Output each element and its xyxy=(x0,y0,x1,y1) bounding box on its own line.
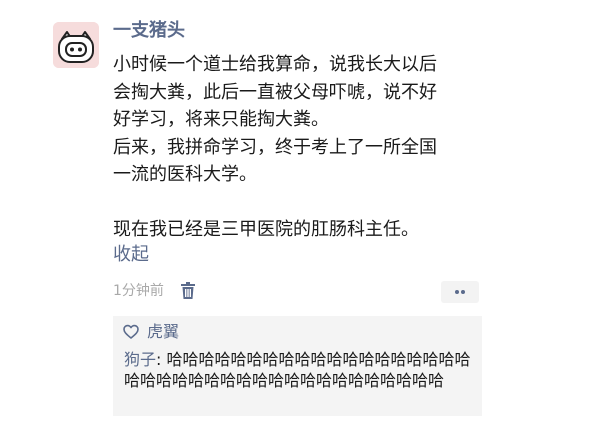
content-line: 后来，我拼命学习，终于考上了一所全国 xyxy=(113,136,437,158)
comment-text: 哈哈哈哈哈哈哈哈哈哈哈哈哈哈哈哈哈哈哈哈哈哈哈哈哈哈哈哈哈哈哈哈哈哈哈哈哈哈哈 xyxy=(124,350,471,390)
liker-name[interactable]: 虎翼 xyxy=(147,320,179,344)
avatar[interactable] xyxy=(53,22,99,68)
content-line: 一流的医科大学。 xyxy=(113,164,257,185)
more-options-button[interactable] xyxy=(441,281,479,303)
content-line: 好学习，将来只能掏大粪。 xyxy=(113,109,329,130)
content-line: 会掏大粪，此后一直被父母吓唬，说不好 xyxy=(113,81,437,103)
author-name[interactable]: 一支猪头 xyxy=(113,18,185,44)
pig-face-icon xyxy=(53,22,99,68)
commenter-name[interactable]: 狗子 xyxy=(124,350,156,369)
more-dots-icon xyxy=(461,290,465,294)
post-timestamp: 1分钟前 xyxy=(113,283,164,299)
content-line: 小时候一个道士给我算命，说我长大以后 xyxy=(113,54,437,75)
more-dots-icon xyxy=(455,290,459,294)
content-line: 现在我已经是三甲医院的肛肠科主任。 xyxy=(113,219,419,240)
content-blank-line xyxy=(113,189,493,217)
comment-separator: : xyxy=(156,350,167,369)
post-content: 小时候一个道士给我算命，说我长大以后 会掏大粪，此后一直被父母吓唬，说不好 好学… xyxy=(113,51,493,244)
trash-icon[interactable] xyxy=(181,282,195,300)
collapse-link[interactable]: 收起 xyxy=(113,242,149,268)
moment-post: 一支猪头 小时候一个道士给我算命，说我长大以后 会掏大粪，此后一直被父母吓唬，说… xyxy=(0,0,595,430)
interaction-panel: 虎翼 狗子: 哈哈哈哈哈哈哈哈哈哈哈哈哈哈哈哈哈哈哈哈哈哈哈哈哈哈哈哈哈哈哈哈哈… xyxy=(113,316,482,416)
heart-outline-icon xyxy=(123,324,139,339)
comment-item[interactable]: 狗子: 哈哈哈哈哈哈哈哈哈哈哈哈哈哈哈哈哈哈哈哈哈哈哈哈哈哈哈哈哈哈哈哈哈哈哈哈… xyxy=(124,349,474,391)
